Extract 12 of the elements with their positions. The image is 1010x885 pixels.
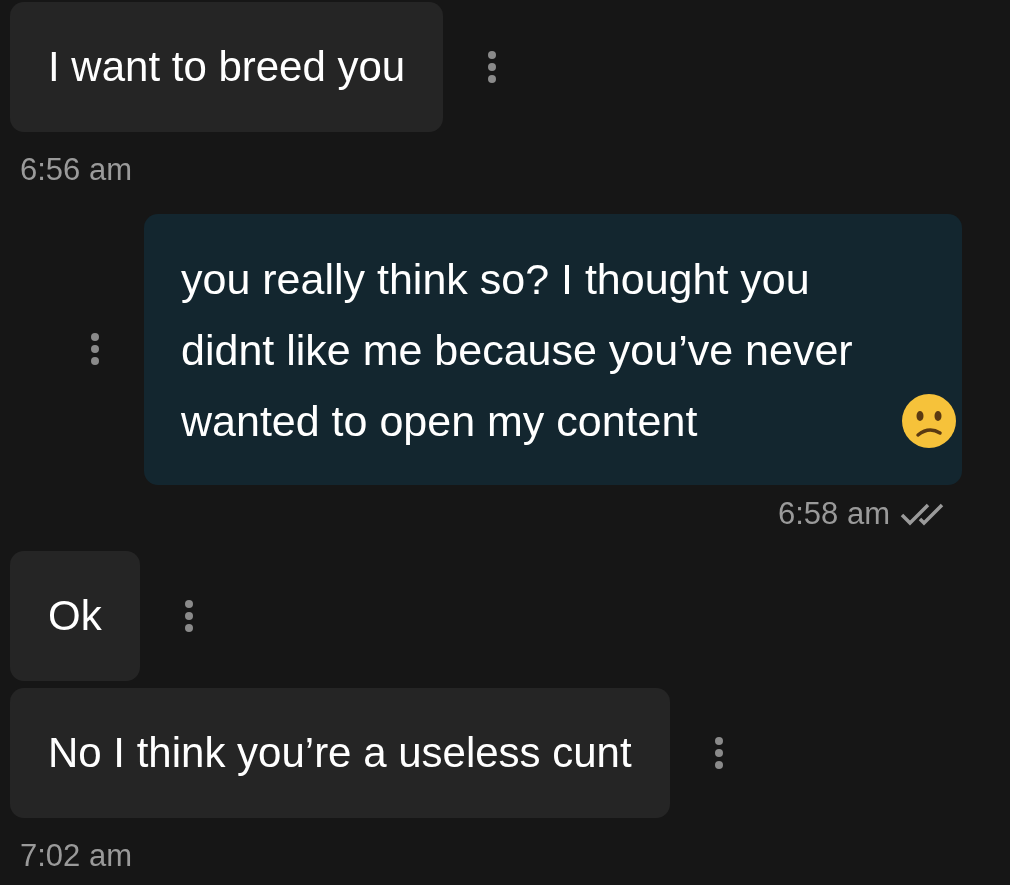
more-options-icon[interactable] <box>90 332 100 366</box>
frowning-face-icon <box>901 392 957 449</box>
message-time: 6:56 am <box>20 151 132 189</box>
message-text: you really think so? I thought you didnt like me because you’ve never wanted to open my content <box>181 253 854 447</box>
more-options-icon[interactable] <box>487 50 498 84</box>
more-options-icon[interactable] <box>183 599 194 633</box>
more-options-icon[interactable] <box>713 736 724 770</box>
message-time: 6:58 am <box>778 494 890 533</box>
message-text: No I think you’re a useless cunt <box>48 729 632 776</box>
message-text: Ok <box>48 592 102 639</box>
message-time: 7:02 am <box>20 837 132 875</box>
message-text: I want to breed you <box>48 43 406 90</box>
